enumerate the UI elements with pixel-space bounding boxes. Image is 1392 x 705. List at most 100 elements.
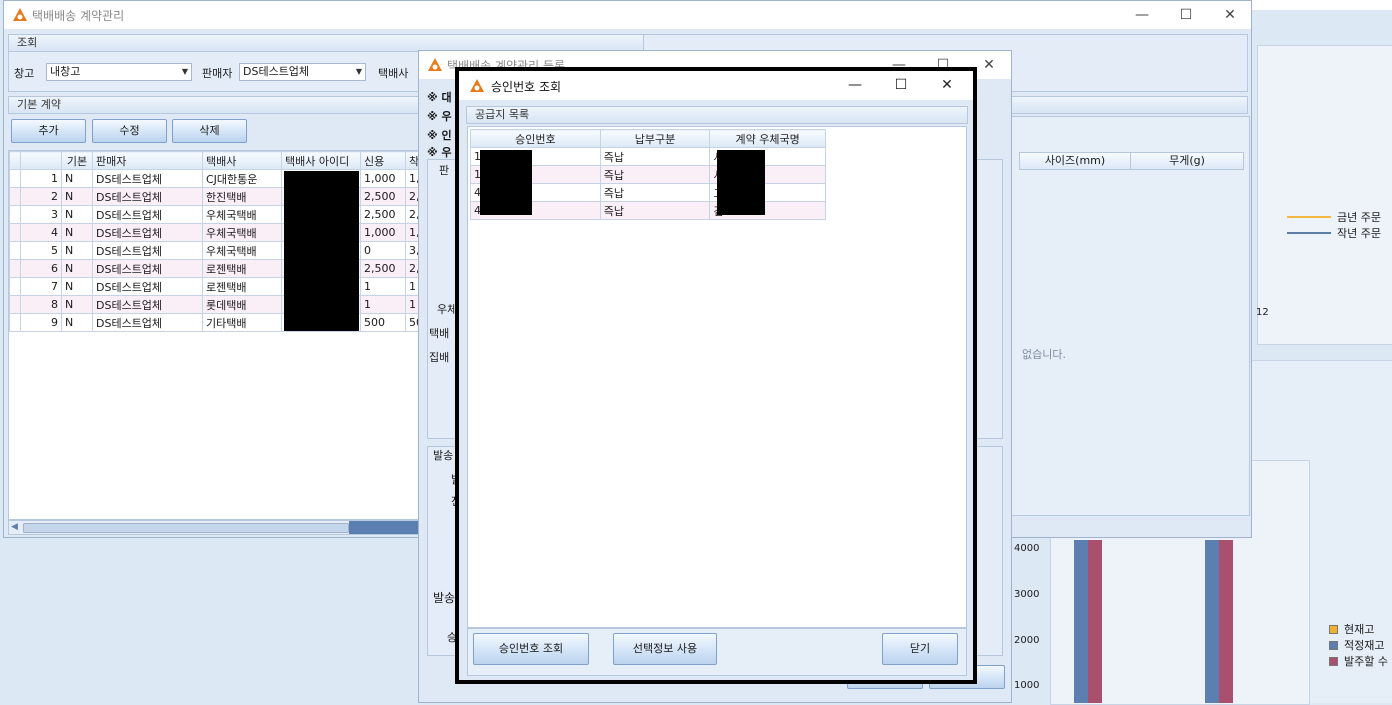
row-number[interactable]: 7: [20, 277, 62, 296]
col-post-office[interactable]: 계약 우체국명: [709, 129, 826, 148]
scroll-track-fill: [349, 521, 421, 534]
close-icon[interactable]: ✕: [979, 55, 999, 75]
cell-default[interactable]: N: [61, 295, 93, 314]
cell-seller[interactable]: DS테스트업체: [92, 223, 203, 242]
row-indicator[interactable]: [9, 223, 21, 242]
cell-credit[interactable]: 2,500: [360, 205, 406, 224]
cell-credit[interactable]: 500: [360, 313, 406, 332]
cell-seller[interactable]: DS테스트업체: [92, 241, 203, 260]
col-credit[interactable]: 신용: [360, 151, 406, 170]
row-number[interactable]: 3: [20, 205, 62, 224]
redacted-post-office: [717, 150, 765, 215]
dialog-titlebar: 승인번호 조회 — ☐ ✕: [459, 71, 973, 100]
chevron-down-icon: ▼: [355, 67, 362, 76]
minimize-icon[interactable]: —: [845, 75, 865, 95]
col-weight[interactable]: 무게(g): [1130, 152, 1244, 170]
bar-order-2: [1219, 540, 1233, 703]
warehouse-select[interactable]: 내창고 ▼: [46, 63, 192, 81]
close-button[interactable]: 닫기: [882, 633, 958, 665]
cell-default[interactable]: N: [61, 187, 93, 206]
col-size[interactable]: 사이즈(mm): [1019, 152, 1131, 170]
maximize-icon[interactable]: ☐: [891, 75, 911, 95]
cell-default[interactable]: N: [61, 205, 93, 224]
cell-courier[interactable]: 기타택배: [202, 313, 282, 332]
cell-seller[interactable]: DS테스트업체: [92, 259, 203, 278]
cell-seller[interactable]: DS테스트업체: [92, 169, 203, 188]
cell-seller[interactable]: DS테스트업체: [92, 187, 203, 206]
horizontal-scrollbar[interactable]: ◀: [8, 520, 421, 535]
cell-seller[interactable]: DS테스트업체: [92, 277, 203, 296]
redacted-approval-number: [480, 150, 532, 215]
col-approval-number[interactable]: 승인번호: [470, 129, 601, 148]
add-button[interactable]: 추가: [11, 119, 86, 143]
seller-select[interactable]: DS테스트업체 ▼: [239, 63, 366, 81]
cell-credit[interactable]: 1,000: [360, 169, 406, 188]
row-number[interactable]: 5: [20, 241, 62, 260]
legend-this-year: 금년 주문: [1337, 211, 1381, 224]
row-number[interactable]: 1: [20, 169, 62, 188]
cell-seller[interactable]: DS테스트업체: [92, 313, 203, 332]
cell-courier[interactable]: CJ대한통운: [202, 169, 282, 188]
cell-credit[interactable]: 2,500: [360, 187, 406, 206]
y-tick-4000: 4000: [1014, 543, 1040, 554]
legend-last-year-line: [1287, 232, 1331, 234]
cell-default[interactable]: N: [61, 169, 93, 188]
row-indicator[interactable]: [9, 295, 21, 314]
use-selection-button[interactable]: 선택정보 사용: [613, 633, 717, 665]
scroll-left-icon[interactable]: ◀: [11, 522, 18, 532]
cell-payment-type[interactable]: 즉납: [599, 165, 711, 184]
cell-payment-type[interactable]: 즉납: [599, 183, 711, 202]
col-default[interactable]: 기본: [61, 151, 93, 170]
cell-credit[interactable]: 1: [360, 295, 406, 314]
row-indicator[interactable]: [9, 277, 21, 296]
col-courier-id[interactable]: 택배사 아이디: [281, 151, 361, 170]
row-indicator[interactable]: [9, 313, 21, 332]
row-number[interactable]: 4: [20, 223, 62, 242]
cell-default[interactable]: N: [61, 223, 93, 242]
row-indicator[interactable]: [9, 205, 21, 224]
cell-seller[interactable]: DS테스트업체: [92, 205, 203, 224]
row-indicator[interactable]: [9, 259, 21, 278]
delete-button[interactable]: 삭제: [172, 119, 247, 143]
cell-payment-type[interactable]: 즉납: [599, 201, 711, 220]
legend-order: 발주할 수: [1344, 655, 1388, 668]
row-number[interactable]: 2: [20, 187, 62, 206]
col-courier[interactable]: 택배사: [202, 151, 282, 170]
detail-panel: [1010, 116, 1250, 516]
col-seller[interactable]: 판매자: [92, 151, 203, 170]
row-indicator[interactable]: [9, 241, 21, 260]
cell-credit[interactable]: 2,500: [360, 259, 406, 278]
minimize-icon[interactable]: —: [1132, 5, 1152, 25]
register-label-courier: 택배: [429, 327, 450, 340]
cell-credit[interactable]: 1: [360, 277, 406, 296]
cell-courier[interactable]: 우체국택배: [202, 223, 282, 242]
close-icon[interactable]: ✕: [937, 75, 957, 95]
cell-seller[interactable]: DS테스트업체: [92, 295, 203, 314]
scroll-thumb[interactable]: [23, 523, 349, 533]
no-data-text: 없습니다.: [1022, 348, 1066, 361]
edit-button[interactable]: 수정: [92, 119, 167, 143]
row-number[interactable]: 9: [20, 313, 62, 332]
cell-default[interactable]: N: [61, 259, 93, 278]
cell-courier[interactable]: 우체국택배: [202, 241, 282, 260]
register-note-4: ※ 우: [427, 146, 452, 159]
row-number[interactable]: 8: [20, 295, 62, 314]
maximize-icon[interactable]: ☐: [1176, 5, 1196, 25]
row-indicator[interactable]: [9, 169, 21, 188]
close-icon[interactable]: ✕: [1220, 5, 1240, 25]
row-indicator[interactable]: [9, 187, 21, 206]
cell-courier[interactable]: 롯데택배: [202, 295, 282, 314]
cell-credit[interactable]: 0: [360, 241, 406, 260]
cell-courier[interactable]: 로젠택배: [202, 259, 282, 278]
cell-courier[interactable]: 우체국택배: [202, 205, 282, 224]
cell-default[interactable]: N: [61, 277, 93, 296]
cell-default[interactable]: N: [61, 241, 93, 260]
cell-payment-type[interactable]: 즉납: [599, 147, 711, 166]
cell-credit[interactable]: 1,000: [360, 223, 406, 242]
cell-courier[interactable]: 로젠택배: [202, 277, 282, 296]
cell-courier[interactable]: 한진택배: [202, 187, 282, 206]
cell-default[interactable]: N: [61, 313, 93, 332]
approval-search-button[interactable]: 승인번호 조회: [473, 633, 589, 665]
col-payment-type[interactable]: 납부구분: [599, 129, 711, 148]
row-number[interactable]: 6: [20, 259, 62, 278]
